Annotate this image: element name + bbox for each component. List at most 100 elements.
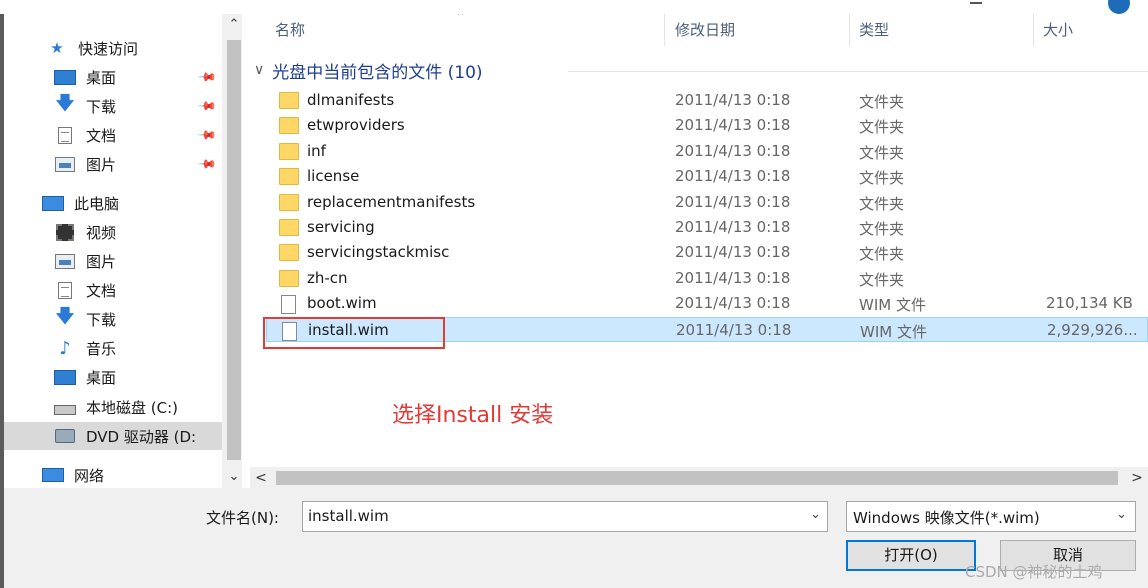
nav-item-label: 图片 xyxy=(86,155,117,174)
scroll-down-icon[interactable]: ⌄ xyxy=(222,466,242,488)
folder-icon xyxy=(279,142,299,160)
dvd-drive-icon xyxy=(55,429,75,443)
file-date: 2011/4/13 0:18 xyxy=(675,116,791,135)
file-row[interactable]: zh-cn 2011/4/13 0:18 文件夹 xyxy=(266,266,1148,291)
column-header-type[interactable]: 类型 xyxy=(850,14,1034,46)
video-icon xyxy=(56,223,74,241)
music-icon: ♪ xyxy=(59,337,71,359)
filetype-value: Windows 映像文件(*.wim) xyxy=(853,509,1040,527)
nav-item-network[interactable]: 网络 xyxy=(42,461,242,488)
nav-item-pinned-desktop[interactable]: 桌面 📌 xyxy=(54,63,242,91)
folder-icon xyxy=(279,244,299,262)
annotation-text: 选择Install 安装 xyxy=(392,403,554,428)
desktop-icon xyxy=(54,369,76,385)
file-row[interactable]: servicing 2011/4/13 0:18 文件夹 xyxy=(266,215,1148,240)
nav-item-pinned-pictures[interactable]: 图片 📌 xyxy=(54,150,242,178)
scroll-left-icon[interactable]: < xyxy=(250,467,272,489)
file-row[interactable]: etwproviders 2011/4/13 0:18 文件夹 xyxy=(266,113,1148,138)
nav-item-documents[interactable]: 文档 xyxy=(54,276,242,304)
file-type: 文件夹 xyxy=(859,169,905,188)
help-icon[interactable] xyxy=(1108,0,1130,14)
computer-icon xyxy=(42,195,64,211)
chevron-down-icon[interactable]: ⌄ xyxy=(1116,507,1127,522)
highlight-box xyxy=(263,317,445,349)
file-date: 2011/4/13 0:18 xyxy=(675,141,791,160)
file-list-pane: ⌃ 名称 修改日期 类型 大小 ∨ 光盘中当前包含的文件 (10) dlmani… xyxy=(242,14,1148,488)
nav-item-label: 图片 xyxy=(86,252,117,271)
star-icon: ★ xyxy=(50,39,64,57)
column-header-name[interactable]: 名称 xyxy=(266,14,665,46)
filename-input[interactable]: install.wim ⌄ xyxy=(302,501,828,532)
file-name: etwproviders xyxy=(307,116,405,135)
minimize-icon[interactable] xyxy=(970,0,982,4)
folder-icon xyxy=(279,92,299,109)
watermark: CSDN @神秘的土鸡 xyxy=(965,563,1103,581)
filetype-select[interactable]: Windows 映像文件(*.wim) ⌄ xyxy=(846,501,1136,532)
file-date: 2011/4/13 0:18 xyxy=(675,91,791,109)
file-name: replacementmanifests xyxy=(307,192,476,211)
column-header-size[interactable]: 大小 xyxy=(1034,14,1148,46)
nav-item-label: 网络 xyxy=(74,466,105,485)
file-row[interactable]: replacementmanifests 2011/4/13 0:18 文件夹 xyxy=(266,190,1148,215)
scroll-thumb[interactable] xyxy=(227,40,241,460)
file-type: 文件夹 xyxy=(859,143,905,162)
filename-label: 文件名(N): xyxy=(206,509,279,527)
folder-icon xyxy=(279,269,299,287)
scroll-thumb[interactable] xyxy=(276,471,1118,485)
file-type: 文件夹 xyxy=(859,93,905,111)
folder-icon xyxy=(279,117,299,135)
nav-item-downloads[interactable]: 🡇 下载 xyxy=(54,305,242,333)
group-title: 光盘中当前包含的文件 (10) xyxy=(272,62,483,83)
scroll-up-icon[interactable]: ⌃ xyxy=(222,14,242,36)
file-type: 文件夹 xyxy=(859,118,905,137)
chevron-down-icon: ∨ xyxy=(254,62,265,78)
navigation-pane: ★ 快速访问 桌面 📌 🡇 下载 📌 文档 📌 图片 📌 此电脑 视频 图片 文… xyxy=(0,14,242,488)
file-size: 210,134 KB xyxy=(1046,294,1133,313)
file-type: 文件夹 xyxy=(859,220,905,238)
nav-item-pictures[interactable]: 图片 xyxy=(54,247,242,275)
file-row[interactable]: license 2011/4/13 0:18 文件夹 xyxy=(266,164,1148,189)
file-row[interactable]: boot.wim 2011/4/13 0:18 WIM 文件 210,134 KB xyxy=(266,291,1148,316)
nav-item-label: 快速访问 xyxy=(78,39,139,58)
nav-item-dvd-drive[interactable]: DVD 驱动器 (D: xyxy=(4,422,222,450)
file-type: 文件夹 xyxy=(859,245,905,264)
file-name: license xyxy=(307,167,360,186)
nav-item-label: 文档 xyxy=(86,126,117,145)
file-name: boot.wim xyxy=(307,294,377,313)
file-date: 2011/4/13 0:18 xyxy=(675,218,791,236)
column-header-date[interactable]: 修改日期 xyxy=(666,14,850,46)
filename-value: install.wim xyxy=(308,507,389,525)
nav-item-quick-access[interactable]: ★ 快速访问 xyxy=(46,34,242,62)
group-header[interactable]: ∨ 光盘中当前包含的文件 (10) xyxy=(254,58,483,83)
file-row[interactable]: inf 2011/4/13 0:18 文件夹 xyxy=(266,139,1148,164)
scroll-right-icon[interactable]: > xyxy=(1126,467,1148,489)
nav-item-this-pc[interactable]: 此电脑 xyxy=(42,189,242,217)
chevron-down-icon[interactable]: ⌄ xyxy=(810,507,821,522)
file-row[interactable]: servicingstackmisc 2011/4/13 0:18 文件夹 xyxy=(266,240,1148,265)
pin-icon: 📌 xyxy=(197,66,218,88)
horizontal-scrollbar[interactable]: < > xyxy=(250,467,1148,489)
file-date: 2011/4/13 0:18 xyxy=(675,294,791,313)
pin-icon: 📌 xyxy=(197,95,218,117)
nav-item-music[interactable]: ♪ 音乐 xyxy=(54,334,242,362)
pin-icon: 📌 xyxy=(197,124,218,146)
nav-item-label: 此电脑 xyxy=(74,194,120,213)
local-disk-icon xyxy=(54,405,76,415)
file-name: zh-cn xyxy=(307,268,348,287)
nav-item-label: 本地磁盘 (C:) xyxy=(86,398,178,417)
nav-item-pinned-documents[interactable]: 文档 📌 xyxy=(54,121,242,149)
document-icon xyxy=(58,281,72,299)
nav-item-videos[interactable]: 视频 xyxy=(54,218,242,246)
nav-item-local-disk[interactable]: 本地磁盘 (C:) xyxy=(54,393,242,421)
file-row[interactable]: dlmanifests 2011/4/13 0:18 文件夹 xyxy=(266,88,1148,113)
nav-scrollbar[interactable]: ⌃ ⌄ xyxy=(222,14,242,488)
open-button[interactable]: 打开(O) xyxy=(846,540,976,571)
pictures-icon xyxy=(55,253,75,269)
network-icon xyxy=(42,468,64,482)
nav-item-label: 下载 xyxy=(86,310,117,329)
nav-item-desktop[interactable]: 桌面 xyxy=(54,363,242,391)
nav-item-pinned-downloads[interactable]: 🡇 下载 📌 xyxy=(54,92,242,120)
folder-icon xyxy=(279,219,299,236)
folder-icon xyxy=(279,168,299,186)
desktop-icon xyxy=(54,69,76,85)
